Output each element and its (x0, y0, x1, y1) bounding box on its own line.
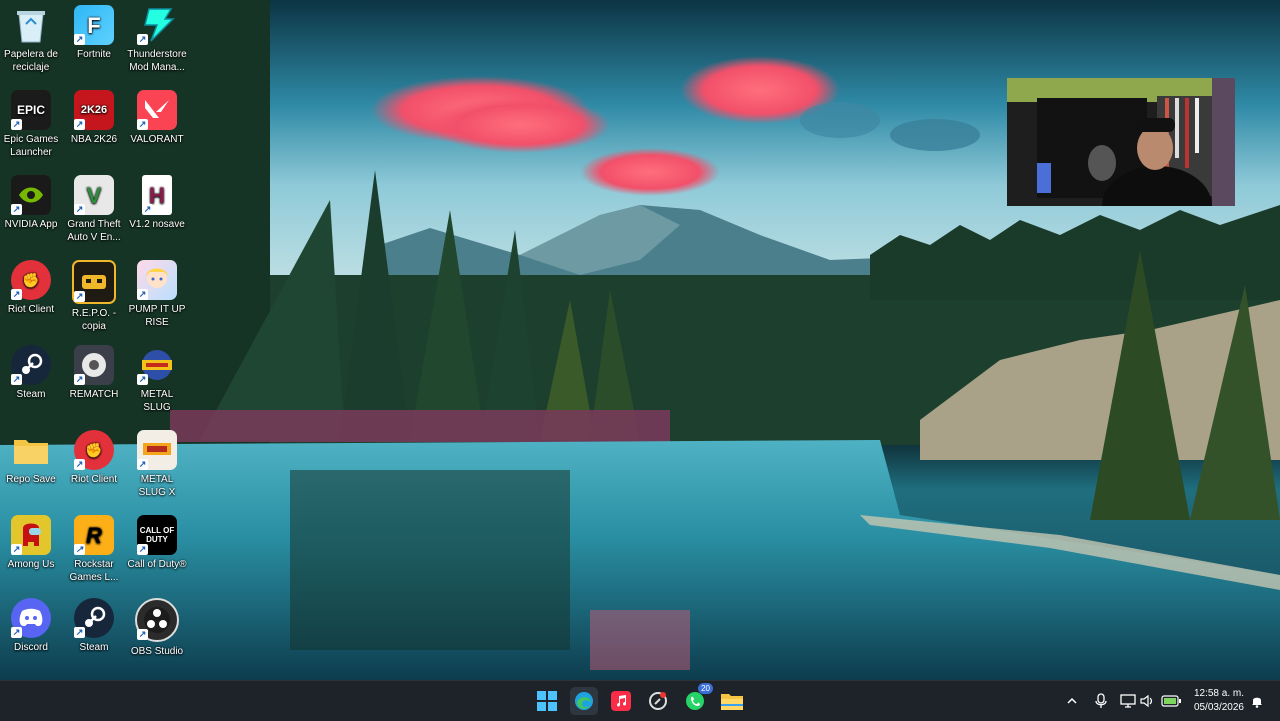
desktop-icon-pump-it-up[interactable]: ↗ PUMP IT UP RISE (126, 260, 188, 329)
tray-volume[interactable] (1140, 681, 1156, 721)
desktop-icon-epic-games[interactable]: EPIC ↗ Epic Games Launcher (0, 90, 62, 159)
taskbar-clock[interactable]: 12:58 a. m. 05/03/2026 (1194, 687, 1244, 715)
desktop-icon-rockstar[interactable]: R ↗ Rockstar Games L... (63, 515, 125, 584)
desktop-icon-repo[interactable]: ↗ R.E.P.O. - copia (63, 260, 125, 333)
fortnite-icon: F ↗ (74, 5, 114, 45)
clock-date: 05/03/2026 (1193, 702, 1244, 713)
desktop-icon-among-us[interactable]: ↗ Among Us (0, 515, 62, 571)
metal-slug-icon: ↗ (137, 345, 177, 385)
desktop-icon-metal-slug-x[interactable]: ↗ METAL SLUG X (126, 430, 188, 499)
desktop-icon-steam-1[interactable]: ↗ Steam (0, 345, 62, 401)
desktop-icon-thunderstore[interactable]: ↗ Thunderstore Mod Mana... (126, 5, 188, 74)
desktop-icon-discord[interactable]: ↗ Discord (0, 598, 62, 654)
notification-bell-icon (1252, 697, 1262, 708)
taskbar: 20 12:58 a. m. 05/03/2026 (0, 680, 1280, 721)
discord-icon: ↗ (11, 598, 51, 638)
whatsapp-badge: 20 (698, 683, 713, 694)
riot-client-icon: ✊ ↗ (74, 430, 114, 470)
obs-icon: ↗ (135, 598, 179, 642)
among-us-icon: ↗ (11, 515, 51, 555)
microphone-icon (1095, 693, 1107, 708)
desktop-icon-rematch[interactable]: ↗ REMATCH (63, 345, 125, 401)
steam-icon: ↗ (11, 345, 51, 385)
desktop-icon-riot-client-2[interactable]: ✊ ↗ Riot Client (63, 430, 125, 486)
nba2k26-icon: 2K26 ↗ (74, 90, 114, 130)
rematch-icon: ↗ (74, 345, 114, 385)
tray-network[interactable] (1120, 681, 1136, 721)
gta-v-icon: V ↗ (74, 175, 114, 215)
tray-microphone[interactable] (1095, 681, 1107, 721)
epic-games-icon: EPIC ↗ (11, 90, 51, 130)
nvidia-icon: ↗ (11, 175, 51, 215)
desktop-icon-metal-slug[interactable]: ↗ METAL SLUG (126, 345, 188, 414)
clock-time: 12:58 a. m. (1193, 688, 1244, 699)
riot-client-icon: ✊ ↗ (11, 260, 51, 300)
file-explorer-icon[interactable] (718, 687, 746, 715)
apple-music-icon[interactable] (607, 687, 635, 715)
valorant-icon: ↗ (137, 90, 177, 130)
desktop-icon-gta-v[interactable]: V ↗ Grand Theft Auto V En... (63, 175, 125, 244)
steam-helper-icon[interactable] (644, 687, 672, 715)
chevron-up-icon (1067, 697, 1077, 704)
folder-icon (11, 430, 51, 470)
call-of-duty-icon: CALL OF DUTY ↗ (137, 515, 177, 555)
desktop-icon-repo-save[interactable]: Repo Save (0, 430, 62, 486)
desktop-icon-fortnite[interactable]: F ↗ Fortnite (63, 5, 125, 61)
file-h-icon: H ↗ (142, 175, 172, 215)
tray-chevron[interactable] (1066, 681, 1078, 721)
battery-icon (1161, 695, 1181, 707)
desktop-icon-recycle-bin[interactable]: Papelera de reciclaje (0, 5, 62, 74)
windows-start-icon[interactable] (533, 687, 561, 715)
repo-icon: ↗ (72, 260, 116, 304)
metal-slug-x-icon: ↗ (137, 430, 177, 470)
recycle-bin-icon (11, 5, 51, 45)
steam-icon: ↗ (74, 598, 114, 638)
desktop-icon-obs[interactable]: ↗ OBS Studio (126, 598, 188, 658)
desktop-icon-valorant[interactable]: ↗ VALORANT (126, 90, 188, 146)
webcam-overlay (1007, 78, 1235, 206)
rockstar-icon: R ↗ (74, 515, 114, 555)
tray-battery[interactable] (1161, 681, 1181, 721)
desktop-icon-nvidia[interactable]: ↗ NVIDIA App (0, 175, 62, 231)
desktop-icon-call-of-duty[interactable]: CALL OF DUTY ↗ Call of Duty® (126, 515, 188, 571)
pump-it-up-icon: ↗ (137, 260, 177, 300)
notification-button[interactable] (1250, 681, 1264, 721)
edge-icon[interactable] (570, 687, 598, 715)
volume-icon (1140, 694, 1153, 708)
thunderstore-icon: ↗ (137, 5, 177, 45)
whatsapp-icon[interactable]: 20 (681, 683, 713, 715)
network-icon (1120, 694, 1136, 708)
desktop-icon-v12-nosave[interactable]: H ↗ V1.2 nosave (126, 175, 188, 231)
desktop-icon-riot-client-1[interactable]: ✊ ↗ Riot Client (0, 260, 62, 316)
desktop-icon-nba2k26[interactable]: 2K26 ↗ NBA 2K26 (63, 90, 125, 146)
desktop-icon-steam-2[interactable]: ↗ Steam (63, 598, 125, 654)
